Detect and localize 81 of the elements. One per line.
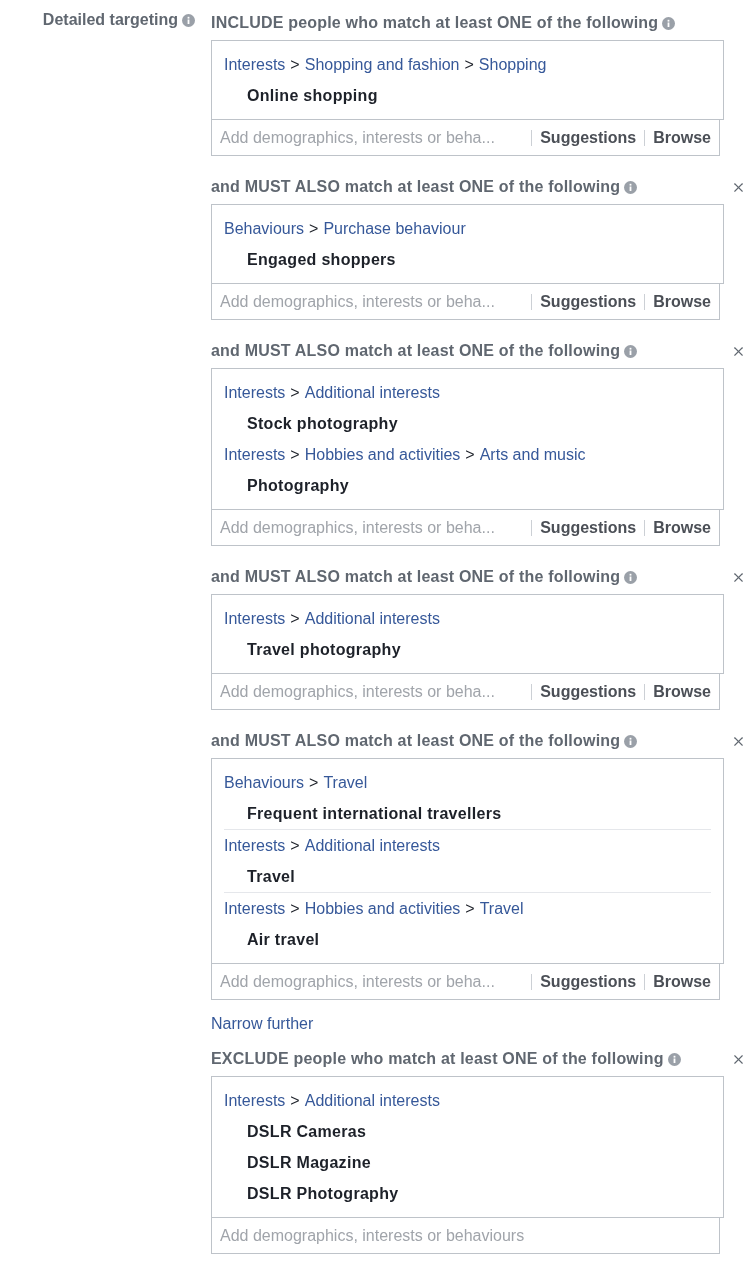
breadcrumb-link[interactable]: Travel <box>479 896 524 921</box>
breadcrumb-separator: > <box>290 608 300 629</box>
targeting-item[interactable]: DSLR Cameras <box>247 1119 367 1144</box>
breadcrumb-separator: > <box>290 1090 300 1111</box>
breadcrumb-link[interactable]: Behaviours <box>224 770 305 795</box>
info-icon[interactable] <box>624 344 638 358</box>
breadcrumb-link[interactable]: Arts and music <box>479 442 586 467</box>
breadcrumb-link[interactable]: Interests <box>224 442 286 467</box>
search-input[interactable]: Add demographics, interests or beha... <box>220 289 524 314</box>
search-field[interactable]: Add demographics, interests or beha... Suggestions Browse <box>211 510 720 546</box>
breadcrumb-link[interactable]: Additional interests <box>304 833 440 858</box>
breadcrumb-separator: > <box>309 218 319 239</box>
field-action-button[interactable]: Suggestions <box>540 679 637 704</box>
breadcrumb-link[interactable]: Hobbies and activities <box>304 896 461 921</box>
breadcrumb-link[interactable]: Interests <box>224 833 286 858</box>
targeting-item[interactable]: Online shopping <box>247 83 378 108</box>
field-action-button[interactable]: Browse <box>653 969 711 994</box>
search-field[interactable]: Add demographics, interests or beha... Suggestions Browse <box>211 284 720 320</box>
info-icon[interactable] <box>624 570 638 584</box>
targeting-item[interactable]: Frequent international travellers <box>247 801 502 826</box>
narrow-further-link[interactable]: Narrow further <box>211 1012 750 1036</box>
targeting-item[interactable]: Engaged shoppers <box>247 247 396 272</box>
field-label: Detailed targeting <box>42 10 178 30</box>
targeting-item[interactable]: DSLR Magazine <box>247 1150 371 1175</box>
targeting-item[interactable]: Air travel <box>247 927 320 952</box>
breadcrumb-separator: > <box>464 54 474 75</box>
condition-heading: and MUST ALSO match at least ONE of the following <box>211 731 621 751</box>
field-action-button[interactable]: Browse <box>653 679 711 704</box>
field-action-button[interactable]: Suggestions <box>540 969 637 994</box>
breadcrumb-separator: > <box>290 54 300 75</box>
search-input[interactable]: Add demographics, interests or beha... <box>220 969 524 994</box>
breadcrumb-link[interactable]: Travel <box>323 770 368 795</box>
search-field[interactable]: Add demographics, interests or beha... Suggestions Browse <box>211 964 720 1000</box>
condition-heading: and MUST ALSO match at least ONE of the following <box>211 567 621 587</box>
condition-heading: EXCLUDE people who match at least ONE of the following <box>211 1049 664 1069</box>
field-action-button[interactable]: Browse <box>653 125 711 150</box>
field-action-button[interactable]: Suggestions <box>540 515 637 540</box>
breadcrumb-separator: > <box>465 898 475 919</box>
condition-heading: INCLUDE people who match at least ONE of the following <box>211 13 659 33</box>
field-action-button[interactable]: Suggestions <box>540 289 637 314</box>
breadcrumb-separator: > <box>465 444 475 465</box>
breadcrumb-link[interactable]: Interests <box>224 52 286 77</box>
breadcrumb-separator: > <box>290 382 300 403</box>
breadcrumb-link[interactable]: Additional interests <box>304 1088 440 1113</box>
breadcrumb-separator: > <box>290 835 300 856</box>
condition-heading: and MUST ALSO match at least ONE of the following <box>211 177 621 197</box>
breadcrumb-link[interactable]: Interests <box>224 1088 286 1113</box>
info-icon[interactable] <box>624 734 638 748</box>
targeting-item[interactable]: Photography <box>247 473 349 498</box>
breadcrumb-separator: > <box>290 444 300 465</box>
targeting-item[interactable]: Stock photography <box>247 411 398 436</box>
breadcrumb-link[interactable]: Hobbies and activities <box>304 442 461 467</box>
search-input[interactable]: Add demographics, interests or beha... <box>220 679 524 704</box>
field-action-button[interactable]: Suggestions <box>540 125 637 150</box>
field-action-button[interactable]: Browse <box>653 289 711 314</box>
breadcrumb-separator: > <box>309 772 319 793</box>
breadcrumb-link[interactable]: Interests <box>224 896 286 921</box>
breadcrumb-link[interactable]: Behaviours <box>224 216 305 241</box>
breadcrumb-link[interactable]: Purchase behaviour <box>323 216 466 241</box>
search-field[interactable]: Add demographics, interests or beha... Suggestions Browse <box>211 120 720 156</box>
search-input[interactable]: Add demographics, interests or beha... <box>220 125 524 150</box>
search-input[interactable]: Add demographics, interests or beha... <box>220 515 524 540</box>
breadcrumb-link[interactable]: Additional interests <box>304 606 440 631</box>
search-field[interactable]: Add demographics, interests or behaviours <box>211 1218 720 1254</box>
targeting-item[interactable]: Travel <box>247 864 296 889</box>
info-icon[interactable] <box>667 1052 681 1066</box>
info-icon[interactable] <box>624 180 638 194</box>
search-field[interactable]: Add demographics, interests or beha... Suggestions Browse <box>211 674 720 710</box>
info-icon[interactable] <box>182 13 195 27</box>
condition-heading: and MUST ALSO match at least ONE of the following <box>211 341 621 361</box>
breadcrumb-link[interactable]: Interests <box>224 380 286 405</box>
targeting-item[interactable]: DSLR Photography <box>247 1181 399 1206</box>
breadcrumb-link[interactable]: Additional interests <box>304 380 440 405</box>
field-action-button[interactable]: Browse <box>653 515 711 540</box>
info-icon[interactable] <box>662 16 676 30</box>
breadcrumb-separator: > <box>290 898 300 919</box>
breadcrumb-link[interactable]: Shopping <box>478 52 547 77</box>
search-input[interactable]: Add demographics, interests or behaviours <box>220 1223 711 1248</box>
targeting-item[interactable]: Travel photography <box>247 637 401 662</box>
breadcrumb-link[interactable]: Shopping and fashion <box>304 52 460 77</box>
breadcrumb-link[interactable]: Interests <box>224 606 286 631</box>
